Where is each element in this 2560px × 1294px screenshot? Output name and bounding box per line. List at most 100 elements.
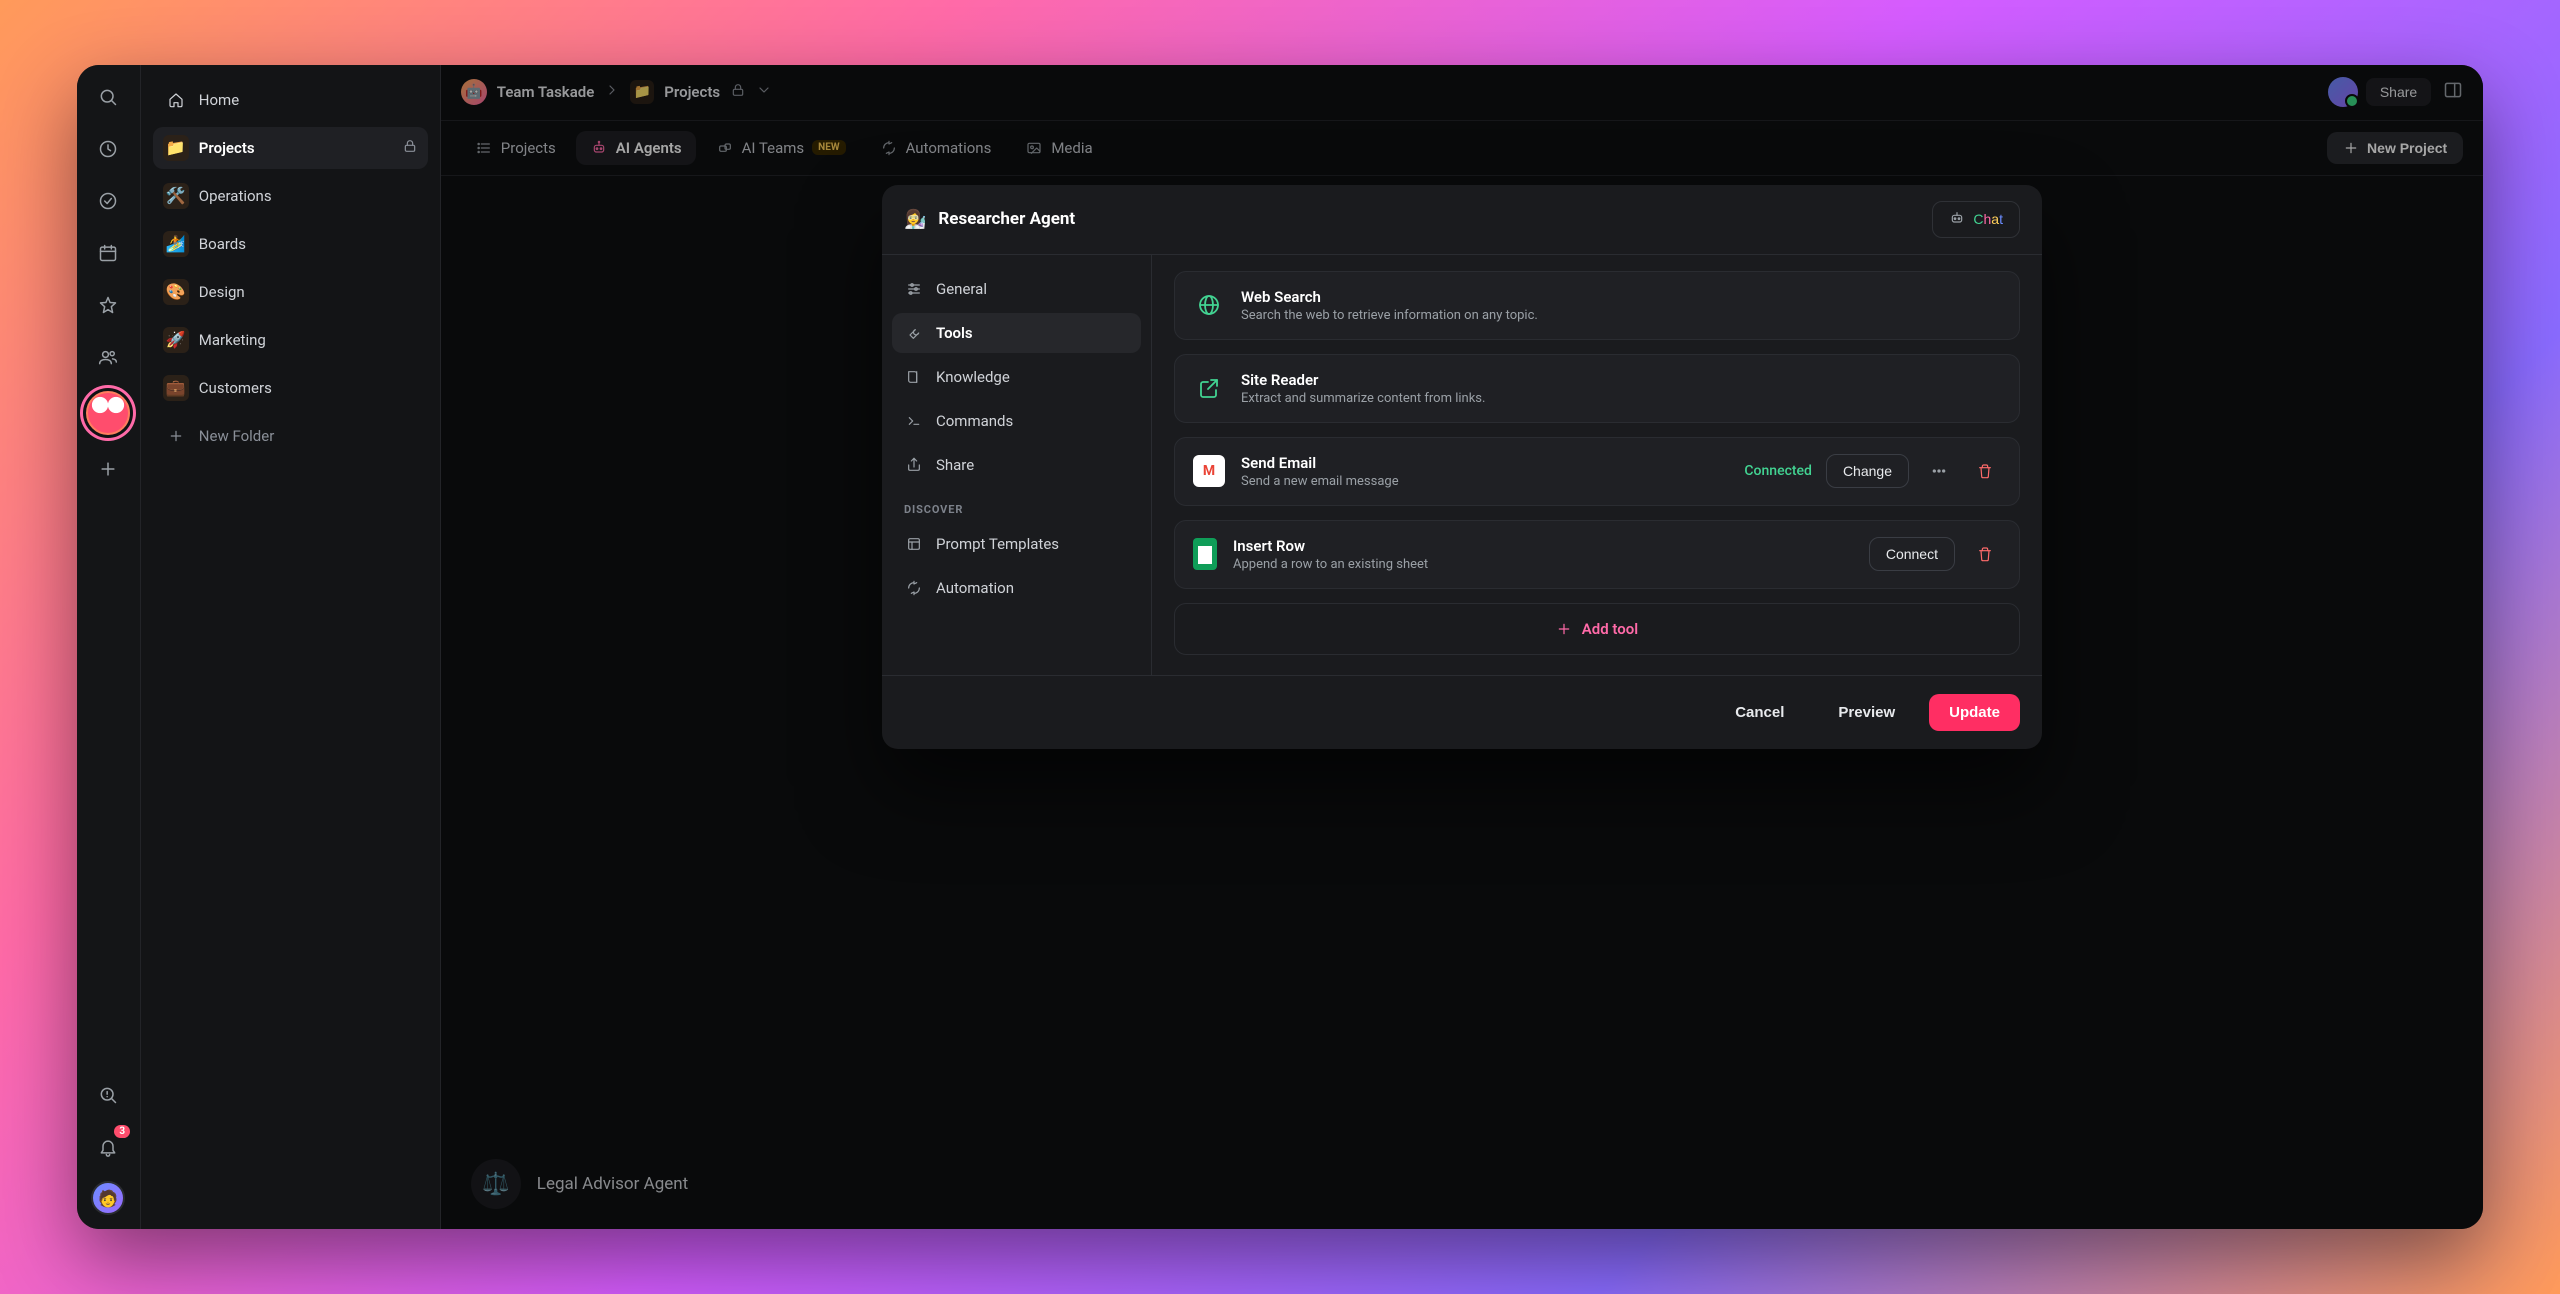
workspace-avatar[interactable]: [86, 391, 130, 435]
home-icon: [163, 87, 189, 113]
lock-icon: [402, 138, 418, 158]
folder-icon: 🛠️: [163, 183, 189, 209]
agent-title: Researcher Agent: [938, 209, 1075, 229]
connect-button[interactable]: Connect: [1869, 537, 1955, 571]
modal-nav-label: Tools: [936, 324, 973, 342]
modal-body: General Tools Knowledge: [882, 255, 2042, 675]
modal-nav-label: Commands: [936, 412, 1013, 430]
tool-title: Insert Row: [1233, 537, 1428, 555]
status-connected: Connected: [1744, 463, 1812, 479]
sidebar-item-label: Projects: [199, 139, 255, 157]
plus-icon: [163, 423, 189, 449]
chat-button-label: Chat: [1973, 211, 2003, 227]
modal-nav-commands[interactable]: Commands: [892, 401, 1141, 441]
modal-sidebar: General Tools Knowledge: [882, 255, 1152, 675]
globe-icon: [1193, 289, 1225, 321]
modal-nav-share[interactable]: Share: [892, 445, 1141, 485]
add-tool-label: Add tool: [1582, 620, 1638, 638]
modal-nav-label: Knowledge: [936, 368, 1010, 386]
modal-nav-general[interactable]: General: [892, 269, 1141, 309]
cancel-button[interactable]: Cancel: [1715, 694, 1804, 731]
gmail-icon: M: [1193, 455, 1225, 487]
change-button[interactable]: Change: [1826, 454, 1909, 488]
more-icon[interactable]: [1923, 455, 1955, 487]
sidebar-item-projects[interactable]: 📁 Projects: [153, 127, 428, 169]
agent-settings-modal: 👩‍🔬 Researcher Agent Chat: [882, 185, 2042, 749]
notifications-icon[interactable]: 3: [90, 1129, 126, 1165]
folder-icon: 💼: [163, 375, 189, 401]
tool-description: Append a row to an existing sheet: [1233, 557, 1428, 572]
update-button[interactable]: Update: [1929, 694, 2020, 731]
modal-nav-label: Automation: [936, 579, 1014, 597]
template-icon: [904, 534, 924, 554]
modal-nav-prompt-templates[interactable]: Prompt Templates: [892, 524, 1141, 564]
tool-title: Site Reader: [1241, 371, 1485, 389]
people-icon[interactable]: [90, 339, 126, 375]
sidebar-item-operations[interactable]: 🛠️ Operations: [153, 175, 428, 217]
recent-icon[interactable]: [90, 131, 126, 167]
tool-title: Send Email: [1241, 454, 1399, 472]
terminal-icon: [904, 411, 924, 431]
tool-description: Extract and summarize content from links…: [1241, 391, 1485, 406]
agent-emoji: 👩‍🔬: [904, 209, 926, 230]
sidebar-new-folder[interactable]: New Folder: [153, 415, 428, 457]
help-icon[interactable]: [90, 1077, 126, 1113]
sidebar-item-marketing[interactable]: 🚀 Marketing: [153, 319, 428, 361]
sidebar-item-label: Customers: [199, 379, 272, 397]
app-shell: 3 Home 📁 Projects 🛠️ Operations 🏄 Boards: [77, 65, 2483, 1230]
current-user-avatar[interactable]: [91, 1181, 125, 1215]
modal-header: 👩‍🔬 Researcher Agent Chat: [882, 185, 2042, 255]
modal-nav-label: General: [936, 280, 987, 298]
sidebar-item-customers[interactable]: 💼 Customers: [153, 367, 428, 409]
modal-overlay[interactable]: 👩‍🔬 Researcher Agent Chat: [441, 65, 2483, 1230]
calendar-icon[interactable]: [90, 235, 126, 271]
delete-icon[interactable]: [1969, 455, 2001, 487]
sidebar-item-design[interactable]: 🎨 Design: [153, 271, 428, 313]
sidebar-item-boards[interactable]: 🏄 Boards: [153, 223, 428, 265]
search-icon[interactable]: [90, 79, 126, 115]
sidebar-item-label: Boards: [199, 235, 246, 253]
main-panel: Team Taskade 📁 Projects Share: [441, 65, 2483, 1230]
robot-icon: [1949, 210, 1965, 229]
tool-title: Web Search: [1241, 288, 1538, 306]
modal-footer: Cancel Preview Update: [882, 675, 2042, 749]
external-link-icon: [1193, 372, 1225, 404]
sidebar-home-label: Home: [199, 91, 239, 109]
add-tool-button[interactable]: Add tool: [1174, 603, 2020, 655]
tool-site-reader[interactable]: Site Reader Extract and summarize conten…: [1174, 354, 2020, 423]
add-workspace-icon[interactable]: [90, 451, 126, 487]
sidebar-item-label: Design: [199, 283, 245, 301]
sidebar-item-label: Operations: [199, 187, 272, 205]
tool-web-search[interactable]: Web Search Search the web to retrieve in…: [1174, 271, 2020, 340]
star-icon[interactable]: [90, 287, 126, 323]
tool-insert-row: Insert Row Append a row to an existing s…: [1174, 520, 2020, 589]
chat-button[interactable]: Chat: [1932, 201, 2020, 238]
folder-icon: 🎨: [163, 279, 189, 305]
sliders-icon: [904, 279, 924, 299]
sidebar-new-folder-label: New Folder: [199, 427, 274, 445]
tool-send-email: M Send Email Send a new email message Co…: [1174, 437, 2020, 506]
google-sheets-icon: [1193, 538, 1217, 570]
wrench-icon: [904, 323, 924, 343]
delete-icon[interactable]: [1969, 538, 2001, 570]
sidebar-item-label: Marketing: [199, 331, 266, 349]
modal-nav-label: Prompt Templates: [936, 535, 1059, 553]
preview-button[interactable]: Preview: [1818, 694, 1915, 731]
tool-description: Send a new email message: [1241, 474, 1399, 489]
left-rail: 3: [77, 65, 141, 1230]
folder-icon: 🏄: [163, 231, 189, 257]
modal-nav-tools[interactable]: Tools: [892, 313, 1141, 353]
modal-nav-label: Share: [936, 456, 974, 474]
sidebar-home[interactable]: Home: [153, 79, 428, 121]
modal-nav-automation[interactable]: Automation: [892, 568, 1141, 608]
modal-nav-knowledge[interactable]: Knowledge: [892, 357, 1141, 397]
notification-badge: 3: [114, 1125, 130, 1138]
plus-icon: [1556, 621, 1572, 637]
tool-description: Search the web to retrieve information o…: [1241, 308, 1538, 323]
folder-sidebar: Home 📁 Projects 🛠️ Operations 🏄 Boards 🎨…: [141, 65, 441, 1230]
share-icon: [904, 455, 924, 475]
modal-content: Web Search Search the web to retrieve in…: [1152, 255, 2042, 675]
folder-icon: 📁: [163, 135, 189, 161]
tasks-icon[interactable]: [90, 183, 126, 219]
folder-icon: 🚀: [163, 327, 189, 353]
